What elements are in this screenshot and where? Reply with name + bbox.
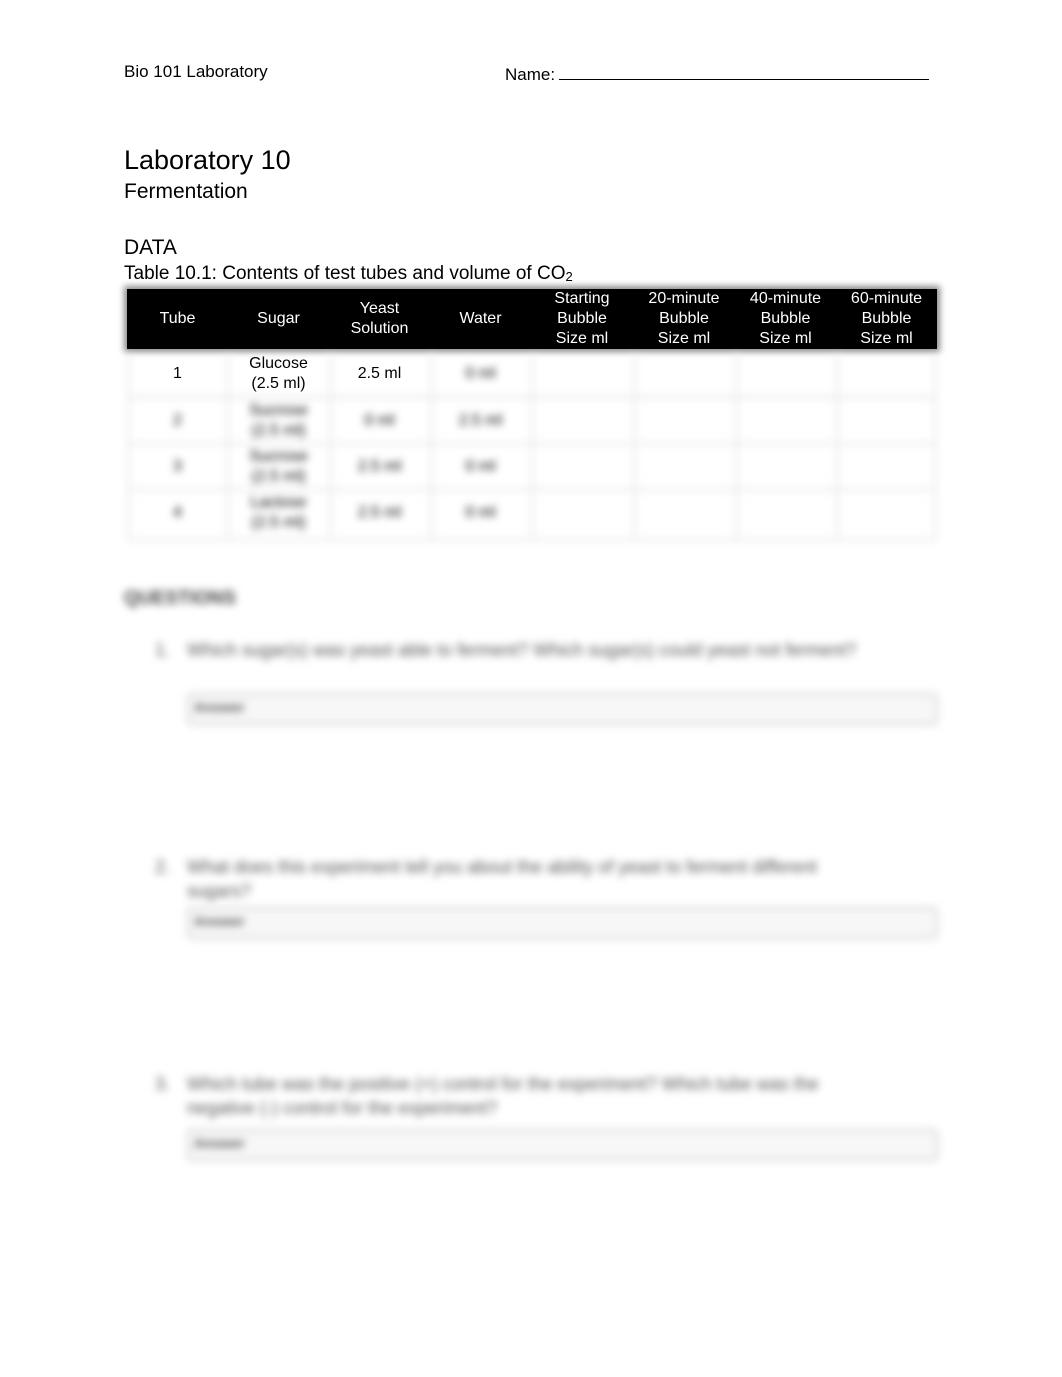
cell-water: 0 ml: [465, 458, 496, 475]
cell-60min[interactable]: [836, 352, 937, 396]
cell-water: 2.5 ml: [458, 412, 503, 429]
cell-40min[interactable]: [735, 352, 836, 396]
table-row: 4 Lactose (2.5 ml) 2.5 ml 0 ml: [127, 490, 937, 536]
header-20min: 20-minute Bubble Size ml: [648, 290, 720, 347]
cell-60min[interactable]: [836, 490, 937, 536]
cell-40min[interactable]: [735, 490, 836, 536]
cell-yeast: 0 ml: [364, 412, 395, 429]
cell-water: 0 ml: [465, 504, 496, 521]
header-yeast: Yeast Solution: [350, 300, 409, 337]
table-header-row: Tube Sugar Yeast Solution Water Starting B…: [127, 289, 937, 349]
cell-yeast: 2.5 ml: [357, 458, 402, 475]
header-water: Water: [459, 310, 502, 327]
cell-sugar: Sucrose (2.5 ml): [249, 402, 308, 439]
answer-box-1[interactable]: Answer: [186, 692, 939, 726]
table-row: 3 Sucrose (2.5 ml) 2.5 ml 0 ml: [127, 444, 937, 490]
questions-heading: QUESTIONS: [124, 588, 236, 609]
table-caption: Table 10.1: Contents of test tubes and v…: [124, 263, 573, 284]
cell-60min[interactable]: [836, 444, 937, 490]
cell-water: 0 ml: [465, 365, 496, 382]
name-field[interactable]: Name:: [505, 62, 930, 85]
header-40min: 40-minute Bubble Size ml: [749, 290, 822, 347]
answer-box-2[interactable]: Answer: [186, 906, 939, 940]
answer-box-3[interactable]: Answer: [186, 1128, 939, 1162]
page-subtitle: Fermentation: [124, 180, 248, 203]
cell-20min[interactable]: [633, 490, 735, 536]
cell-sugar: Lactose (2.5 ml): [250, 494, 307, 531]
cell-40min[interactable]: [735, 398, 836, 444]
question-number: 1.: [155, 640, 171, 660]
header-sugar: Sugar: [257, 310, 300, 327]
question-text: Which tube was the positive (+) control …: [187, 1074, 819, 1118]
name-label: Name:: [505, 65, 556, 84]
answer-label: Answer: [194, 1135, 245, 1151]
question-number: 2.: [155, 857, 171, 877]
cell-yeast: 2.5 ml: [357, 504, 402, 521]
cell-20min[interactable]: [633, 352, 735, 396]
table-row: 2 Sucrose (2.5 ml) 0 ml 2.5 ml: [127, 398, 937, 444]
cell-tube: 1: [173, 365, 182, 382]
section-heading: DATA: [124, 236, 177, 259]
cell-starting[interactable]: [531, 398, 633, 444]
question-text: Which sugar(s) was yeast able to ferment…: [187, 640, 857, 660]
cell-starting[interactable]: [531, 352, 633, 396]
question-text: What does this experiment tell you about…: [187, 857, 818, 901]
cell-tube: 4: [173, 504, 182, 521]
cell-tube: 2: [173, 412, 182, 429]
answer-label: Answer: [194, 699, 245, 715]
question-number: 3.: [155, 1074, 171, 1094]
cell-20min[interactable]: [633, 444, 735, 490]
cell-starting[interactable]: [531, 490, 633, 536]
header-starting: Starting Bubble Size ml: [554, 290, 610, 347]
course-label: Bio 101 Laboratory: [124, 62, 268, 81]
cell-20min[interactable]: [633, 398, 735, 444]
cell-sugar: Glucose (2.5 ml): [249, 355, 308, 392]
cell-sugar: Sucrose (2.5 ml): [249, 448, 308, 485]
name-blank-line[interactable]: [559, 62, 930, 80]
cell-40min[interactable]: [735, 444, 836, 490]
answer-label: Answer: [194, 913, 245, 929]
cell-starting[interactable]: [531, 444, 633, 490]
cell-tube: 3: [173, 458, 182, 475]
page-title: Laboratory 10: [124, 145, 291, 175]
header-tube: Tube: [159, 310, 196, 327]
cell-yeast: 2.5 ml: [357, 365, 402, 382]
header-60min: 60-minute Bubble Size ml: [850, 290, 923, 347]
cell-60min[interactable]: [836, 398, 937, 444]
